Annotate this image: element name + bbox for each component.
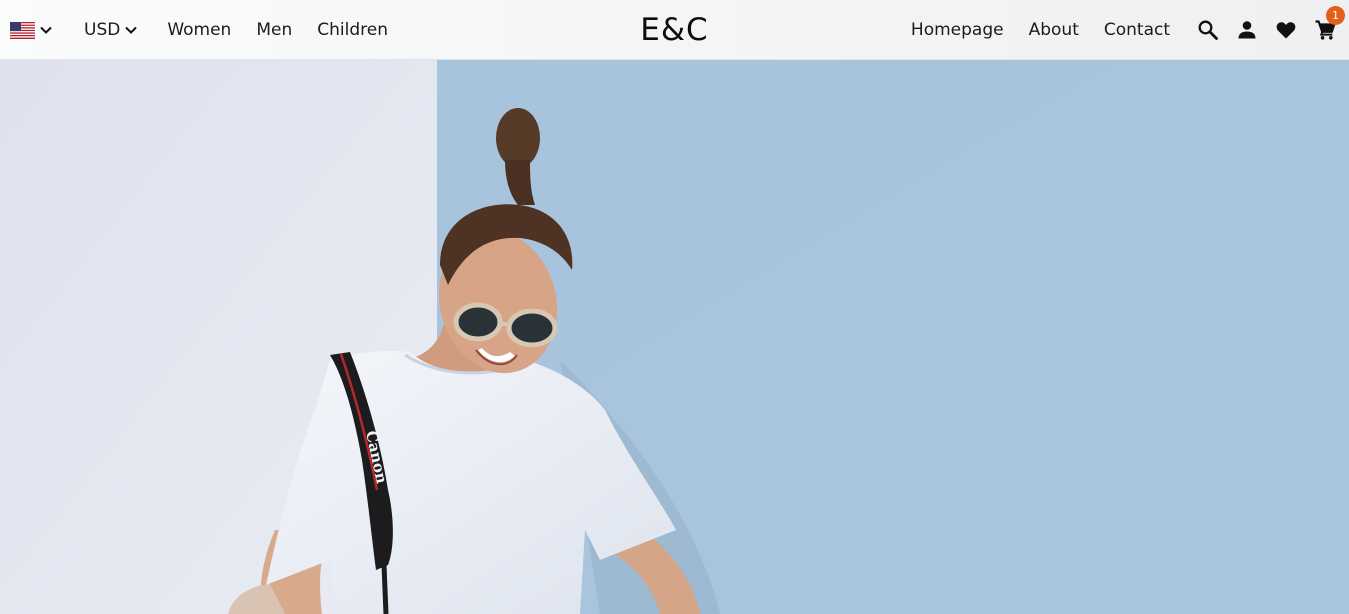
hero-banner: Canon xyxy=(0,60,1349,614)
search-icon xyxy=(1198,20,1218,40)
nav-link-homepage[interactable]: Homepage xyxy=(911,20,1004,40)
nav-left-group: USD Women Men Children xyxy=(10,0,388,60)
wishlist-button[interactable] xyxy=(1275,19,1297,41)
cart-count-badge: 1 xyxy=(1326,6,1345,25)
cart-button[interactable]: 1 xyxy=(1314,6,1345,41)
nav-link-men[interactable]: Men xyxy=(256,20,292,40)
nav-link-about[interactable]: About xyxy=(1029,20,1079,40)
nav-right-group: Homepage About Contact 1 xyxy=(911,0,1345,60)
chevron-down-icon xyxy=(125,26,138,34)
hero-image: Canon xyxy=(0,60,1349,614)
nav-link-contact[interactable]: Contact xyxy=(1104,20,1170,40)
user-icon xyxy=(1238,21,1256,39)
brand-logo[interactable]: E&C xyxy=(640,12,708,48)
currency-selector[interactable]: USD xyxy=(84,20,138,40)
heart-icon xyxy=(1276,22,1296,39)
currency-label: USD xyxy=(84,20,121,40)
search-button[interactable] xyxy=(1197,19,1219,41)
nav-link-children[interactable]: Children xyxy=(317,20,388,40)
us-flag-icon xyxy=(10,21,35,39)
nav-link-women[interactable]: Women xyxy=(167,20,231,40)
top-navbar: USD Women Men Children E&C Homepage Abou… xyxy=(0,0,1349,60)
chevron-down-icon xyxy=(40,26,52,34)
region-selector[interactable] xyxy=(10,21,53,39)
account-button[interactable] xyxy=(1236,19,1258,41)
